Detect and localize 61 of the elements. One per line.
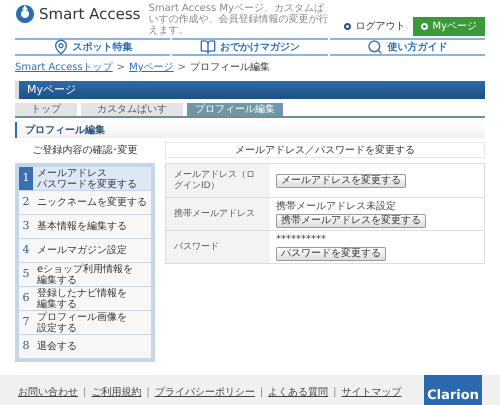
item-label: 基本情報を編集する bbox=[36, 220, 127, 234]
breadcrumb-current: プロフィール編集 bbox=[190, 60, 270, 75]
item-label: ニックネームを変更する bbox=[36, 196, 147, 210]
row-value: ********** bbox=[276, 234, 327, 244]
nav-item[interactable]: スポット特集 bbox=[15, 38, 170, 56]
footer-link[interactable]: プライバシーポリシー bbox=[154, 385, 255, 400]
bullet-icon bbox=[344, 23, 352, 30]
book-icon bbox=[200, 39, 216, 55]
mypage-button[interactable]: Myページ bbox=[413, 17, 485, 36]
item-number: 3 bbox=[22, 218, 30, 234]
nav-item[interactable]: おでかけマガジン bbox=[172, 38, 328, 56]
sidebar-item[interactable]: 2 ニックネームを変更する bbox=[19, 191, 151, 214]
nav-item[interactable]: 使い方ガイド bbox=[330, 38, 485, 56]
breadcrumb-separator: > bbox=[178, 61, 186, 75]
footer-separator: | bbox=[146, 386, 150, 400]
site-description: Smart Access Myページ、カスタムぱいすの作成や、会員登録情報の変更が行えます。 bbox=[148, 3, 330, 36]
pin-icon bbox=[52, 39, 69, 55]
footer-separator: | bbox=[333, 386, 336, 400]
footer-separator: | bbox=[83, 386, 86, 400]
item-number: 8 bbox=[22, 338, 30, 354]
tab[interactable]: カスタムぱいす bbox=[81, 103, 183, 116]
tab[interactable]: トップ bbox=[15, 103, 77, 116]
row-label: 携帯メールアドレス bbox=[174, 208, 255, 220]
row-label: メールアドレス（ログインID） bbox=[174, 170, 256, 192]
item-label: 登録したナビ情報を 編集する bbox=[36, 287, 127, 310]
sidebar-heading: ご登録内容の確認･変更 bbox=[32, 144, 138, 158]
breadcrumb-separator: > bbox=[116, 61, 126, 75]
item-label: メールマガジン設定 bbox=[36, 244, 127, 258]
row-label: パスワード bbox=[174, 242, 219, 252]
item-number: 4 bbox=[22, 242, 30, 258]
row-value: 携帯メールアドレス未設定 bbox=[276, 200, 397, 212]
change-button[interactable]: メールアドレスを変更する bbox=[276, 174, 406, 188]
sidebar-item[interactable]: 8 退会する bbox=[19, 335, 151, 358]
logo-icon bbox=[15, 4, 35, 24]
breadcrumb-link[interactable]: Smart Accessトップ bbox=[15, 60, 113, 75]
brand-name: Clarion bbox=[427, 389, 479, 403]
page-title: Myページ bbox=[27, 82, 76, 98]
search-icon bbox=[367, 39, 384, 55]
item-number: 1 bbox=[19, 167, 33, 190]
footer-link[interactable]: お問い合わせ bbox=[18, 385, 78, 400]
change-button[interactable]: パスワードを変更する bbox=[276, 246, 386, 260]
item-number: 5 bbox=[22, 266, 30, 282]
sidebar-item[interactable]: 4 メールマガジン設定 bbox=[19, 239, 151, 262]
footer-separator: | bbox=[260, 386, 264, 400]
item-label: メールアドレス パスワードを変更する bbox=[36, 167, 137, 190]
sidebar-item[interactable]: 3 基本情報を編集する bbox=[19, 215, 151, 238]
main-heading: メールアドレス／パスワードを変更する bbox=[235, 144, 415, 158]
footer-link[interactable]: サイトマップ bbox=[342, 385, 402, 400]
item-label: 退会する bbox=[36, 340, 77, 354]
footer-link[interactable]: ご利用規約 bbox=[91, 385, 142, 400]
footer-link[interactable]: よくある質問 bbox=[268, 385, 328, 400]
logo-text: Smart Access bbox=[39, 4, 140, 25]
logout-link[interactable]: ログアウト bbox=[344, 19, 406, 34]
section-title: プロフィール編集 bbox=[25, 123, 105, 138]
breadcrumb-link[interactable]: Myページ bbox=[129, 60, 174, 75]
item-number: 6 bbox=[22, 290, 30, 306]
item-label: プロフィール画像を 設定する bbox=[36, 311, 127, 334]
item-label: eショップ利用情報を 編集する bbox=[36, 263, 134, 286]
item-number: 7 bbox=[22, 314, 30, 330]
change-button[interactable]: 携帯メールアドレスを変更する bbox=[276, 214, 426, 228]
item-number: 2 bbox=[22, 194, 30, 210]
